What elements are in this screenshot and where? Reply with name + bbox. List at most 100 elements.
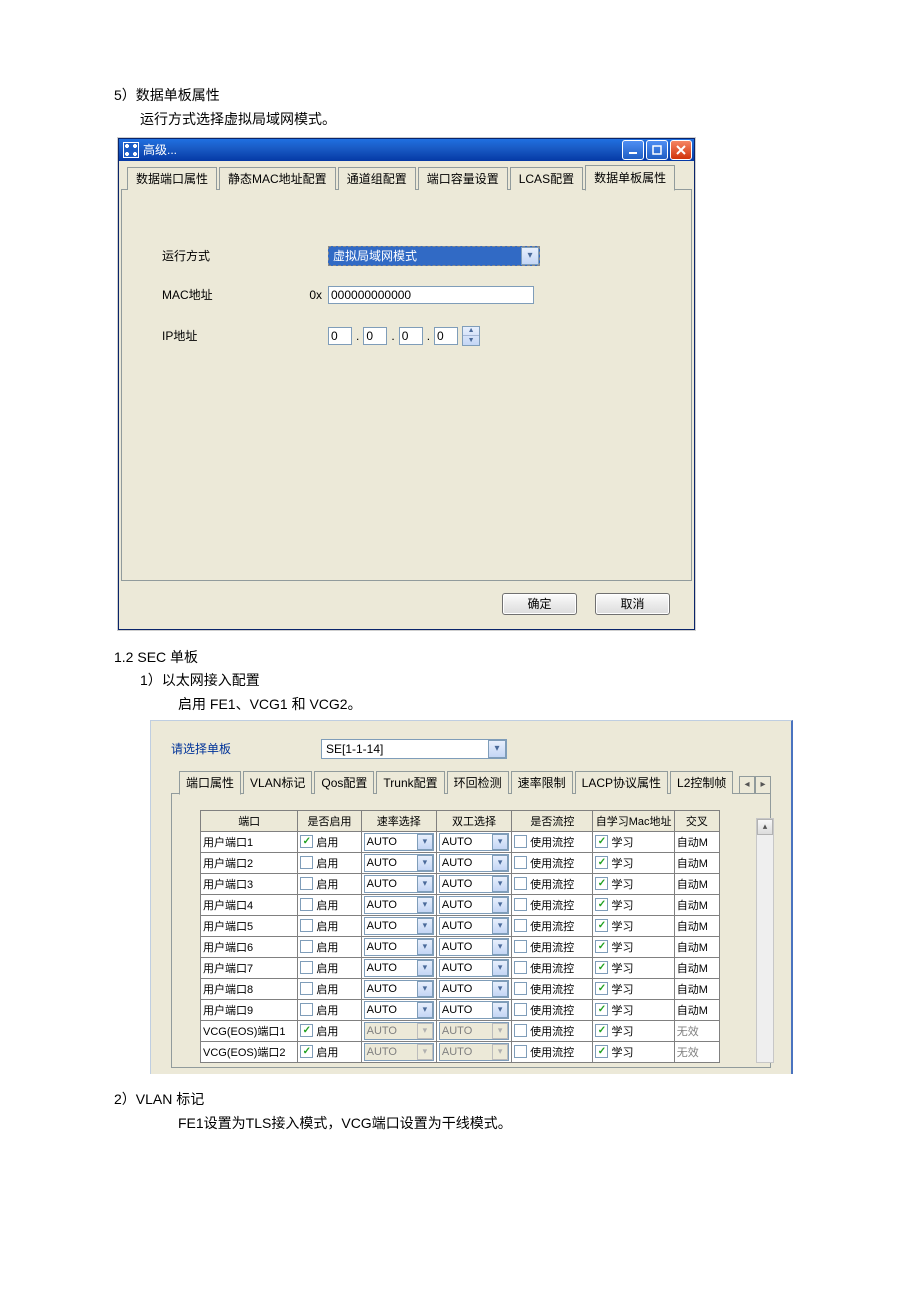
port-tab-1[interactable]: VLAN标记 (243, 771, 312, 794)
tab-0[interactable]: 数据端口属性 (127, 167, 217, 190)
port-tab-0[interactable]: 端口属性 (179, 771, 241, 795)
learn-checkbox[interactable] (595, 856, 608, 869)
minimize-icon[interactable] (622, 140, 644, 160)
port-tab-6[interactable]: LACP协议属性 (575, 771, 668, 794)
ip-octet-2[interactable] (363, 327, 387, 345)
scroll-up-icon[interactable]: ▴ (757, 819, 773, 835)
chevron-down-icon[interactable]: ▾ (492, 939, 508, 955)
rate-select[interactable]: AUTO▾ (364, 917, 434, 935)
enable-checkbox[interactable] (300, 919, 313, 932)
learn-checkbox[interactable] (595, 877, 608, 890)
tab-scroll-left-icon[interactable]: ◂ (739, 776, 755, 794)
ip-octet-1[interactable] (328, 327, 352, 345)
chevron-down-icon[interactable]: ▾ (492, 876, 508, 892)
enable-checkbox[interactable] (300, 961, 313, 974)
flow-checkbox[interactable] (514, 877, 527, 890)
port-tab-7[interactable]: L2控制帧 (670, 771, 733, 794)
enable-checkbox[interactable] (300, 877, 313, 890)
learn-checkbox[interactable] (595, 1045, 608, 1058)
col-header[interactable]: 是否流控 (512, 810, 593, 831)
maximize-icon[interactable] (646, 140, 668, 160)
chevron-down-icon[interactable]: ▾ (488, 740, 506, 758)
chevron-down-icon[interactable]: ▾ (417, 918, 433, 934)
rate-select[interactable]: AUTO▾ (364, 959, 434, 977)
col-header[interactable]: 交叉 (674, 810, 719, 831)
chevron-down-icon[interactable]: ▾ (492, 918, 508, 934)
flow-checkbox[interactable] (514, 1024, 527, 1037)
flow-checkbox[interactable] (514, 961, 527, 974)
learn-checkbox[interactable] (595, 982, 608, 995)
flow-checkbox[interactable] (514, 982, 527, 995)
learn-checkbox[interactable] (595, 1003, 608, 1016)
chevron-down-icon[interactable]: ▾ (492, 960, 508, 976)
flow-checkbox[interactable] (514, 835, 527, 848)
chevron-down-icon[interactable]: ▾ (492, 834, 508, 850)
tab-1[interactable]: 静态MAC地址配置 (219, 167, 336, 190)
learn-checkbox[interactable] (595, 835, 608, 848)
chevron-down-icon[interactable]: ▾ (417, 855, 433, 871)
table-scrollbar[interactable]: ▴ (756, 818, 774, 1063)
spin-down-icon[interactable]: ▼ (463, 336, 479, 345)
flow-checkbox[interactable] (514, 940, 527, 953)
tab-scroll-right-icon[interactable]: ▸ (755, 776, 771, 794)
duplex-select[interactable]: AUTO▾ (439, 833, 509, 851)
chevron-down-icon[interactable]: ▾ (492, 1002, 508, 1018)
learn-checkbox[interactable] (595, 898, 608, 911)
flow-checkbox[interactable] (514, 898, 527, 911)
titlebar[interactable]: 高级... (119, 139, 694, 161)
flow-checkbox[interactable] (514, 919, 527, 932)
col-header[interactable]: 自学习Mac地址 (593, 810, 674, 831)
mac-input[interactable] (328, 286, 534, 304)
port-tab-2[interactable]: Qos配置 (314, 771, 374, 794)
learn-checkbox[interactable] (595, 1024, 608, 1037)
flow-checkbox[interactable] (514, 1045, 527, 1058)
cancel-button[interactable]: 取消 (595, 593, 670, 615)
chevron-down-icon[interactable]: ▾ (417, 960, 433, 976)
tab-4[interactable]: LCAS配置 (510, 167, 583, 190)
chevron-down-icon[interactable]: ▾ (492, 981, 508, 997)
enable-checkbox[interactable] (300, 940, 313, 953)
chevron-down-icon[interactable]: ▾ (521, 247, 539, 265)
duplex-select[interactable]: AUTO▾ (439, 959, 509, 977)
ip-octet-4[interactable] (434, 327, 458, 345)
port-tab-3[interactable]: Trunk配置 (376, 771, 444, 794)
run-mode-select[interactable]: 虚拟局域网模式 ▾ (328, 246, 540, 266)
chevron-down-icon[interactable]: ▾ (417, 897, 433, 913)
duplex-select[interactable]: AUTO▾ (439, 1001, 509, 1019)
enable-checkbox[interactable] (300, 1024, 313, 1037)
flow-checkbox[interactable] (514, 1003, 527, 1016)
enable-checkbox[interactable] (300, 856, 313, 869)
chevron-down-icon[interactable]: ▾ (417, 834, 433, 850)
enable-checkbox[interactable] (300, 1003, 313, 1016)
ip-spinner[interactable]: ▲ ▼ (462, 326, 480, 346)
rate-select[interactable]: AUTO▾ (364, 833, 434, 851)
chevron-down-icon[interactable]: ▾ (417, 939, 433, 955)
ok-button[interactable]: 确定 (502, 593, 577, 615)
enable-checkbox[interactable] (300, 1045, 313, 1058)
duplex-select[interactable]: AUTO▾ (439, 875, 509, 893)
chevron-down-icon[interactable]: ▾ (417, 876, 433, 892)
rate-select[interactable]: AUTO▾ (364, 875, 434, 893)
close-icon[interactable] (670, 140, 692, 160)
port-tab-5[interactable]: 速率限制 (511, 771, 573, 794)
tab-5[interactable]: 数据单板属性 (585, 165, 675, 191)
col-header[interactable]: 是否启用 (298, 810, 361, 831)
rate-select[interactable]: AUTO▾ (364, 980, 434, 998)
learn-checkbox[interactable] (595, 919, 608, 932)
tab-3[interactable]: 端口容量设置 (418, 167, 508, 190)
chevron-down-icon[interactable]: ▾ (417, 1002, 433, 1018)
spin-up-icon[interactable]: ▲ (463, 327, 479, 337)
duplex-select[interactable]: AUTO▾ (439, 980, 509, 998)
rate-select[interactable]: AUTO▾ (364, 896, 434, 914)
enable-checkbox[interactable] (300, 982, 313, 995)
duplex-select[interactable]: AUTO▾ (439, 896, 509, 914)
enable-checkbox[interactable] (300, 898, 313, 911)
board-select[interactable]: SE[1-1-14] ▾ (321, 739, 507, 759)
enable-checkbox[interactable] (300, 835, 313, 848)
ip-octet-3[interactable] (399, 327, 423, 345)
learn-checkbox[interactable] (595, 961, 608, 974)
duplex-select[interactable]: AUTO▾ (439, 917, 509, 935)
rate-select[interactable]: AUTO▾ (364, 854, 434, 872)
chevron-down-icon[interactable]: ▾ (492, 897, 508, 913)
col-header[interactable]: 双工选择 (436, 810, 511, 831)
